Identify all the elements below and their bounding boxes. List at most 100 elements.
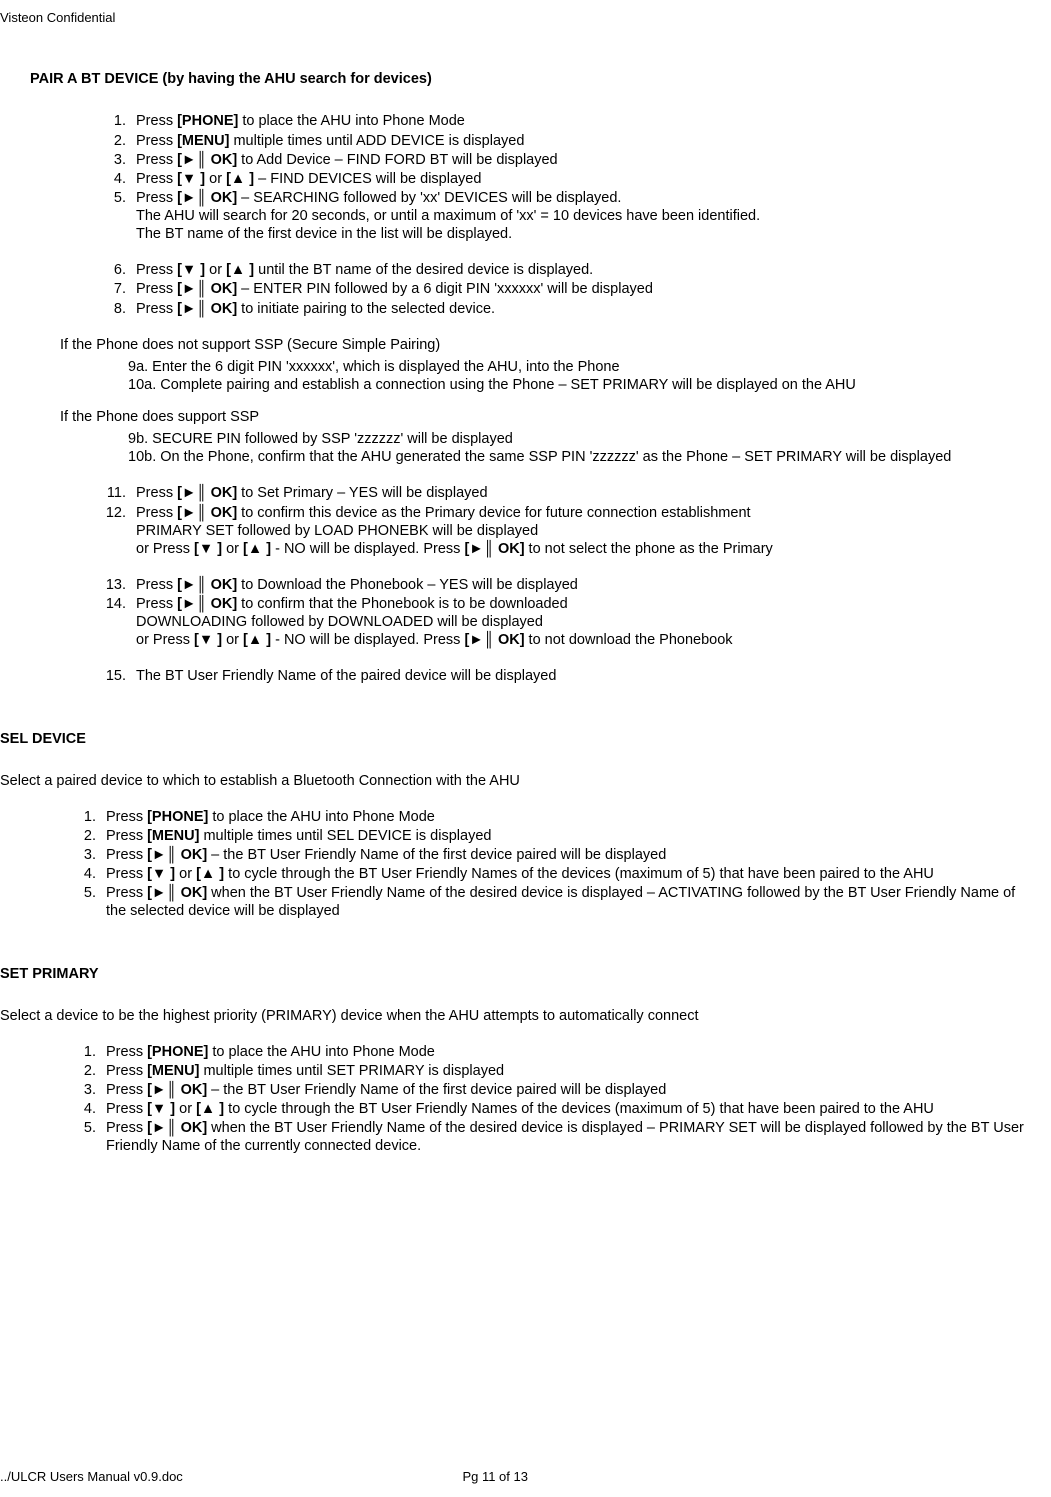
step-9b: 9b. SECURE PIN followed by SSP 'zzzzzz' … — [128, 430, 1039, 448]
sel-intro: Select a paired device to which to estab… — [0, 772, 1039, 790]
key-menu: [MENU] — [147, 828, 199, 844]
t: – FIND DEVICES will be displayed — [254, 171, 481, 187]
key-menu: [MENU] — [147, 1063, 199, 1079]
key-up: [▲ ] — [196, 1101, 224, 1117]
key-phone: [PHONE] — [147, 1044, 208, 1060]
step-10a: 10a. Complete pairing and establish a co… — [128, 376, 1039, 394]
sel-heading: SEL DEVICE — [0, 730, 1039, 748]
t: to confirm that the Phonebook is to be d… — [237, 596, 568, 612]
step-12-cont2: or Press [▼ ] or [▲ ] - NO will be displ… — [136, 540, 1039, 558]
t: or — [175, 866, 196, 882]
step-1: Press [PHONE] to place the AHU into Phon… — [130, 112, 1039, 130]
t: Press — [106, 1044, 147, 1060]
set-steps: Press [PHONE] to place the AHU into Phon… — [30, 1043, 1039, 1156]
key-down: [▼ ] — [194, 632, 222, 648]
key-ok: [►║ OK] — [177, 577, 237, 593]
step-3: Press [►║ OK] to Add Device – FIND FORD … — [130, 151, 1039, 169]
t: Press — [106, 1120, 147, 1136]
set-step-1: Press [PHONE] to place the AHU into Phon… — [100, 1043, 1039, 1061]
step-14-cont2: or Press [▼ ] or [▲ ] - NO will be displ… — [136, 631, 1039, 649]
t: when the BT User Friendly Name of the de… — [106, 1120, 1024, 1154]
t: to Add Device – FIND FORD BT will be dis… — [237, 152, 557, 168]
key-ok: [►║ OK] — [177, 301, 237, 317]
t: or Press — [136, 541, 194, 557]
key-down: [▼ ] — [147, 1101, 175, 1117]
key-up: [▲ ] — [243, 632, 271, 648]
no-ssp-title: If the Phone does not support SSP (Secur… — [60, 336, 1039, 354]
key-ok: [►║ OK] — [177, 281, 237, 297]
t: until the BT name of the desired device … — [254, 262, 593, 278]
set-step-4: Press [▼ ] or [▲ ] to cycle through the … — [100, 1100, 1039, 1118]
step-8: Press [►║ OK] to initiate pairing to the… — [130, 300, 1039, 318]
t: to place the AHU into Phone Mode — [238, 113, 465, 129]
pair-heading: PAIR A BT DEVICE (by having the AHU sear… — [30, 70, 1039, 88]
t: - NO will be displayed. Press — [271, 632, 464, 648]
confidential-header: Visteon Confidential — [0, 10, 1039, 26]
t: Press — [136, 577, 177, 593]
pair-step-15: The BT User Friendly Name of the paired … — [30, 667, 1039, 685]
key-ok: [►║ OK] — [177, 152, 237, 168]
step-5: Press [►║ OK] – SEARCHING followed by 'x… — [130, 189, 1039, 243]
t: Press — [136, 301, 177, 317]
t: to not download the Phonebook — [525, 632, 733, 648]
page-footer: ../ULCR Users Manual v0.9.doc Pg 11 of 1… — [0, 1469, 1051, 1485]
t: to place the AHU into Phone Mode — [208, 1044, 435, 1060]
t: Press — [136, 113, 177, 129]
t: or — [205, 171, 226, 187]
t: multiple times until SEL DEVICE is displ… — [199, 828, 491, 844]
key-ok: [►║ OK] — [464, 541, 524, 557]
set-step-5: Press [►║ OK] when the BT User Friendly … — [100, 1119, 1039, 1155]
key-ok: [►║ OK] — [147, 1082, 207, 1098]
step-11: Press [►║ OK] to Set Primary – YES will … — [130, 484, 1039, 502]
sel-step-5: Press [►║ OK] when the BT User Friendly … — [100, 884, 1039, 920]
set-step-3: Press [►║ OK] – the BT User Friendly Nam… — [100, 1081, 1039, 1099]
no-ssp-block: If the Phone does not support SSP (Secur… — [60, 336, 1039, 394]
step-14: Press [►║ OK] to confirm that the Phoneb… — [130, 595, 1039, 649]
ssp-block: If the Phone does support SSP 9b. SECURE… — [60, 408, 1039, 466]
step-12: Press [►║ OK] to confirm this device as … — [130, 504, 1039, 558]
t: Press — [136, 133, 177, 149]
t: multiple times until SET PRIMARY is disp… — [199, 1063, 504, 1079]
t: Press — [136, 596, 177, 612]
sel-steps: Press [PHONE] to place the AHU into Phon… — [30, 808, 1039, 921]
key-up: [▲ ] — [226, 262, 254, 278]
t: Press — [106, 1063, 147, 1079]
step-7: Press [►║ OK] – ENTER PIN followed by a … — [130, 280, 1039, 298]
set-intro: Select a device to be the highest priori… — [0, 1007, 1039, 1025]
key-ok: [►║ OK] — [147, 1120, 207, 1136]
key-menu: [MENU] — [177, 133, 229, 149]
key-ok: [►║ OK] — [464, 632, 524, 648]
footer-filepath: ../ULCR Users Manual v0.9.doc — [0, 1469, 462, 1485]
step-5-cont1: The AHU will search for 20 seconds, or u… — [136, 207, 1039, 225]
step-12-cont1: PRIMARY SET followed by LOAD PHONEBK wil… — [136, 522, 1039, 540]
key-down: [▼ ] — [177, 171, 205, 187]
step-9a: 9a. Enter the 6 digit PIN 'xxxxxx', whic… — [128, 358, 1039, 376]
t: Press — [106, 1082, 147, 1098]
key-ok: [►║ OK] — [177, 505, 237, 521]
t: Press — [136, 171, 177, 187]
step-10b: 10b. On the Phone, confirm that the AHU … — [128, 448, 1039, 466]
t: – the BT User Friendly Name of the first… — [207, 1082, 666, 1098]
key-up: [▲ ] — [226, 171, 254, 187]
t: – the BT User Friendly Name of the first… — [207, 847, 666, 863]
set-heading: SET PRIMARY — [0, 965, 1039, 983]
t: Press — [136, 152, 177, 168]
document-page: Visteon Confidential PAIR A BT DEVICE (b… — [0, 0, 1051, 1497]
t: or — [205, 262, 226, 278]
t: to cycle through the BT User Friendly Na… — [224, 866, 934, 882]
t: - NO will be displayed. Press — [271, 541, 464, 557]
ssp-title: If the Phone does support SSP — [60, 408, 1039, 426]
step-4: Press [▼ ] or [▲ ] – FIND DEVICES will b… — [130, 170, 1039, 188]
key-down: [▼ ] — [177, 262, 205, 278]
key-ok: [►║ OK] — [177, 485, 237, 501]
t: – SEARCHING followed by 'xx' DEVICES wil… — [237, 190, 621, 206]
t: Press — [136, 281, 177, 297]
pair-steps-1-5: Press [PHONE] to place the AHU into Phon… — [30, 112, 1039, 243]
key-ok: [►║ OK] — [177, 596, 237, 612]
t: to confirm this device as the Primary de… — [237, 505, 750, 521]
step-5-cont2: The BT name of the first device in the l… — [136, 225, 1039, 243]
t: Press — [106, 885, 147, 901]
t: or — [222, 541, 243, 557]
t: to not select the phone as the Primary — [525, 541, 773, 557]
pair-steps-11-12: Press [►║ OK] to Set Primary – YES will … — [30, 484, 1039, 558]
